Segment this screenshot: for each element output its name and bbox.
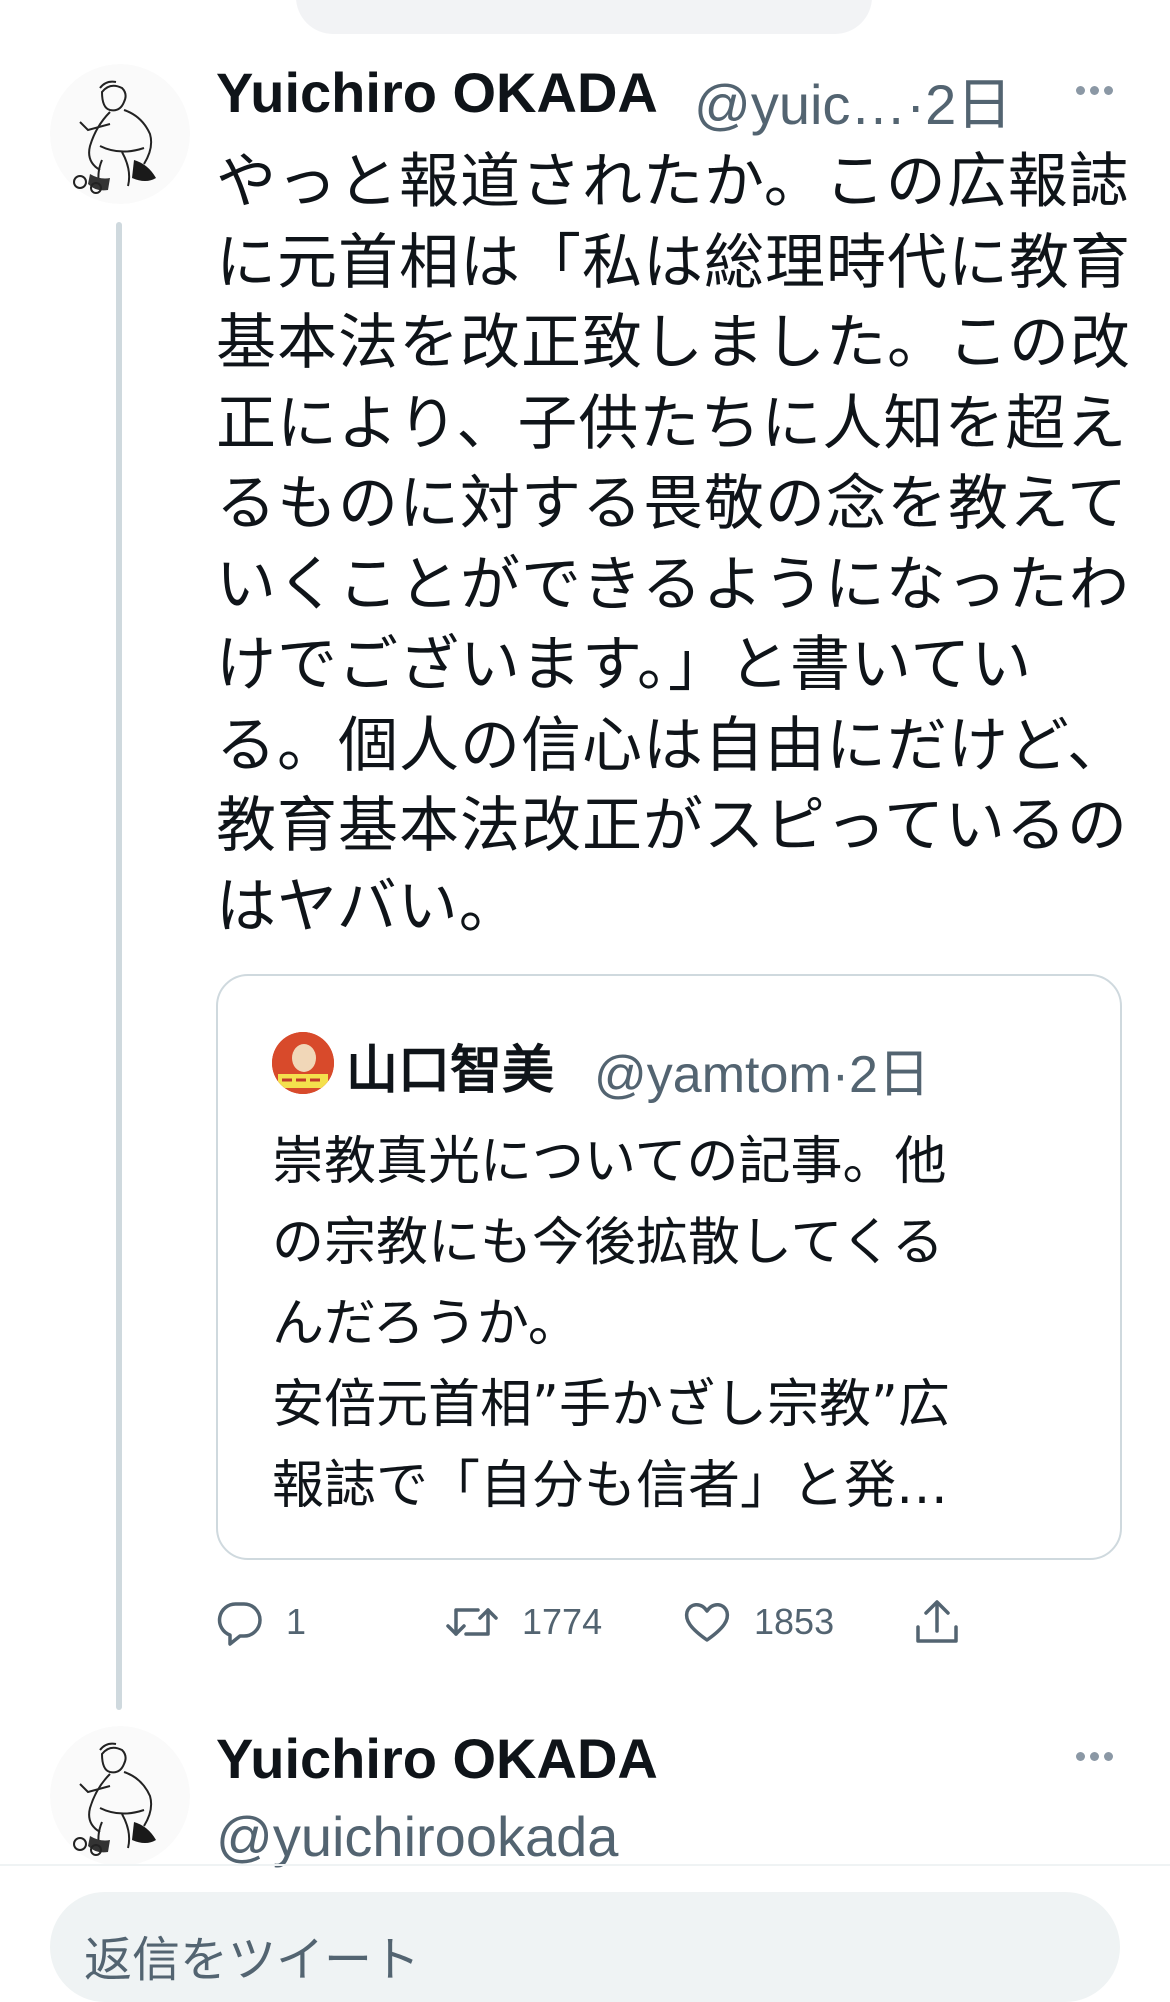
quoted-tweet[interactable]: 山口智美 @yamtom·2日 崇教真光についての記事。他 の宗教にも今後拡散し… (216, 974, 1122, 1560)
retweet-count: 1774 (522, 1601, 603, 1642)
more-icon[interactable] (1076, 86, 1118, 98)
retweet-button[interactable]: 1774 (444, 1592, 602, 1652)
quoted-avatar-icon (272, 1032, 334, 1094)
tweet-body-line: るものに対する畏敬の念を教えて (216, 469, 1128, 539)
tweet-body-line: 教育基本法改正がスピっているの (216, 791, 1128, 861)
divider (0, 1864, 1170, 1866)
quoted-line: 崇教真光についての記事。他 (272, 1132, 947, 1192)
author-handle-time[interactable]: @yuic…·2日 (694, 60, 1012, 141)
avatar-illustration-icon (50, 64, 190, 204)
quoted-avatar[interactable] (272, 1032, 334, 1094)
reply-count: 1 (286, 1601, 307, 1642)
quoted-author-name[interactable]: 山口智美 (346, 1028, 554, 1103)
tweet-body-line: はヤバい。 (216, 871, 520, 942)
share-button[interactable] (912, 1592, 962, 1652)
avatar-illustration-icon (50, 1726, 190, 1866)
author-handle[interactable]: @yuichirookada (216, 1804, 618, 1869)
tweet-actions: 1 1774 1853 (216, 1592, 996, 1652)
quoted-line: 報誌で「自分も信者」と発… (272, 1456, 949, 1516)
reply-placeholder: 返信をツイート (84, 1932, 421, 1988)
tweet-body-line: に元首相は「私は総理時代に教育 (216, 227, 1131, 298)
quoted-line: 安倍元首相”手かざし宗教”広 (272, 1375, 950, 1435)
quoted-handle-time[interactable]: @yamtom·2日 (594, 1032, 930, 1107)
thread-line (116, 222, 122, 1710)
avatar[interactable] (50, 1726, 190, 1866)
reply-icon (217, 1602, 262, 1646)
quoted-text: 崇教真光についての記事。他 の宗教にも今後拡散してくる んだろうか。 安倍元首相… (272, 1122, 1072, 1527)
avatar[interactable] (50, 64, 190, 204)
tweet-body-line: る。個人の信心は自由にだけど、 (216, 710, 1128, 781)
heart-icon (684, 1603, 730, 1642)
retweet-icon (446, 1608, 498, 1636)
tweet-body-line: やっと報道されたか。この広報誌 (216, 147, 1130, 217)
like-button[interactable]: 1853 (682, 1592, 834, 1652)
tweet-body-line: けでございます。」と書いてい (216, 630, 1033, 700)
author-name[interactable]: Yuichiro OKADA (216, 60, 658, 125)
author-name[interactable]: Yuichiro OKADA (216, 1726, 658, 1791)
top-search-pill[interactable] (296, 0, 872, 34)
quoted-line: の宗教にも今後拡散してくる (272, 1213, 944, 1273)
more-icon[interactable] (1076, 1752, 1118, 1764)
reply-input[interactable]: 返信をツイート (50, 1892, 1120, 2002)
tweet-body-line: 正により、子供たちに人知を超え (216, 388, 1128, 459)
quoted-line: んだろうか。 (272, 1294, 580, 1354)
share-icon (916, 1600, 958, 1643)
tweet-body: やっと報道されたか。この広報誌 に元首相は「私は総理時代に教育 基本法を改正致し… (216, 142, 1136, 947)
like-count: 1853 (754, 1601, 835, 1642)
tweet-body-line: いくことができるようになったわ (216, 549, 1130, 620)
tweet-body-line: 基本法を改正致しました。この改 (216, 308, 1131, 378)
reply-button[interactable]: 1 (216, 1592, 306, 1652)
